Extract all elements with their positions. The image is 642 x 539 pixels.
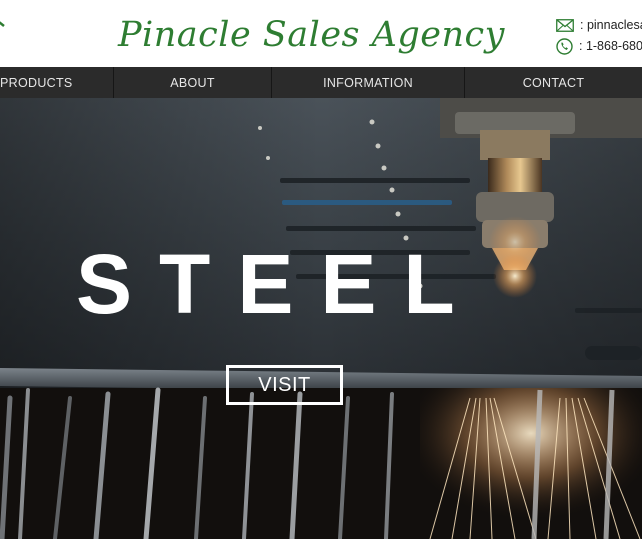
nav-information[interactable]: INFORMATION	[272, 67, 465, 98]
nav-products[interactable]: PRODUCTS	[0, 67, 114, 98]
header-phone[interactable]: : 1-868-680-	[556, 36, 642, 56]
nav-about[interactable]: ABOUT	[114, 67, 272, 98]
main-nav: PRODUCTS ABOUT INFORMATION CONTACT	[0, 67, 642, 98]
header-email[interactable]: : pinnaclesa	[556, 15, 642, 35]
phone-text[interactable]: : 1-868-680-	[579, 39, 642, 53]
hero-title: STEEL	[76, 237, 482, 331]
visit-button[interactable]: VISIT	[226, 365, 343, 405]
brand-name[interactable]: Pinacle Sales Agency	[118, 6, 504, 64]
site-header: Pinacle Sales Agency : pinnaclesa : 1-86…	[0, 0, 642, 67]
leaf-corner-icon	[0, 21, 5, 27]
nav-contact[interactable]: CONTACT	[465, 67, 642, 98]
phone-icon	[556, 37, 573, 55]
envelope-icon	[556, 18, 574, 32]
hero-section: STEEL VISIT	[0, 98, 642, 539]
email-text[interactable]: : pinnaclesa	[580, 18, 642, 32]
